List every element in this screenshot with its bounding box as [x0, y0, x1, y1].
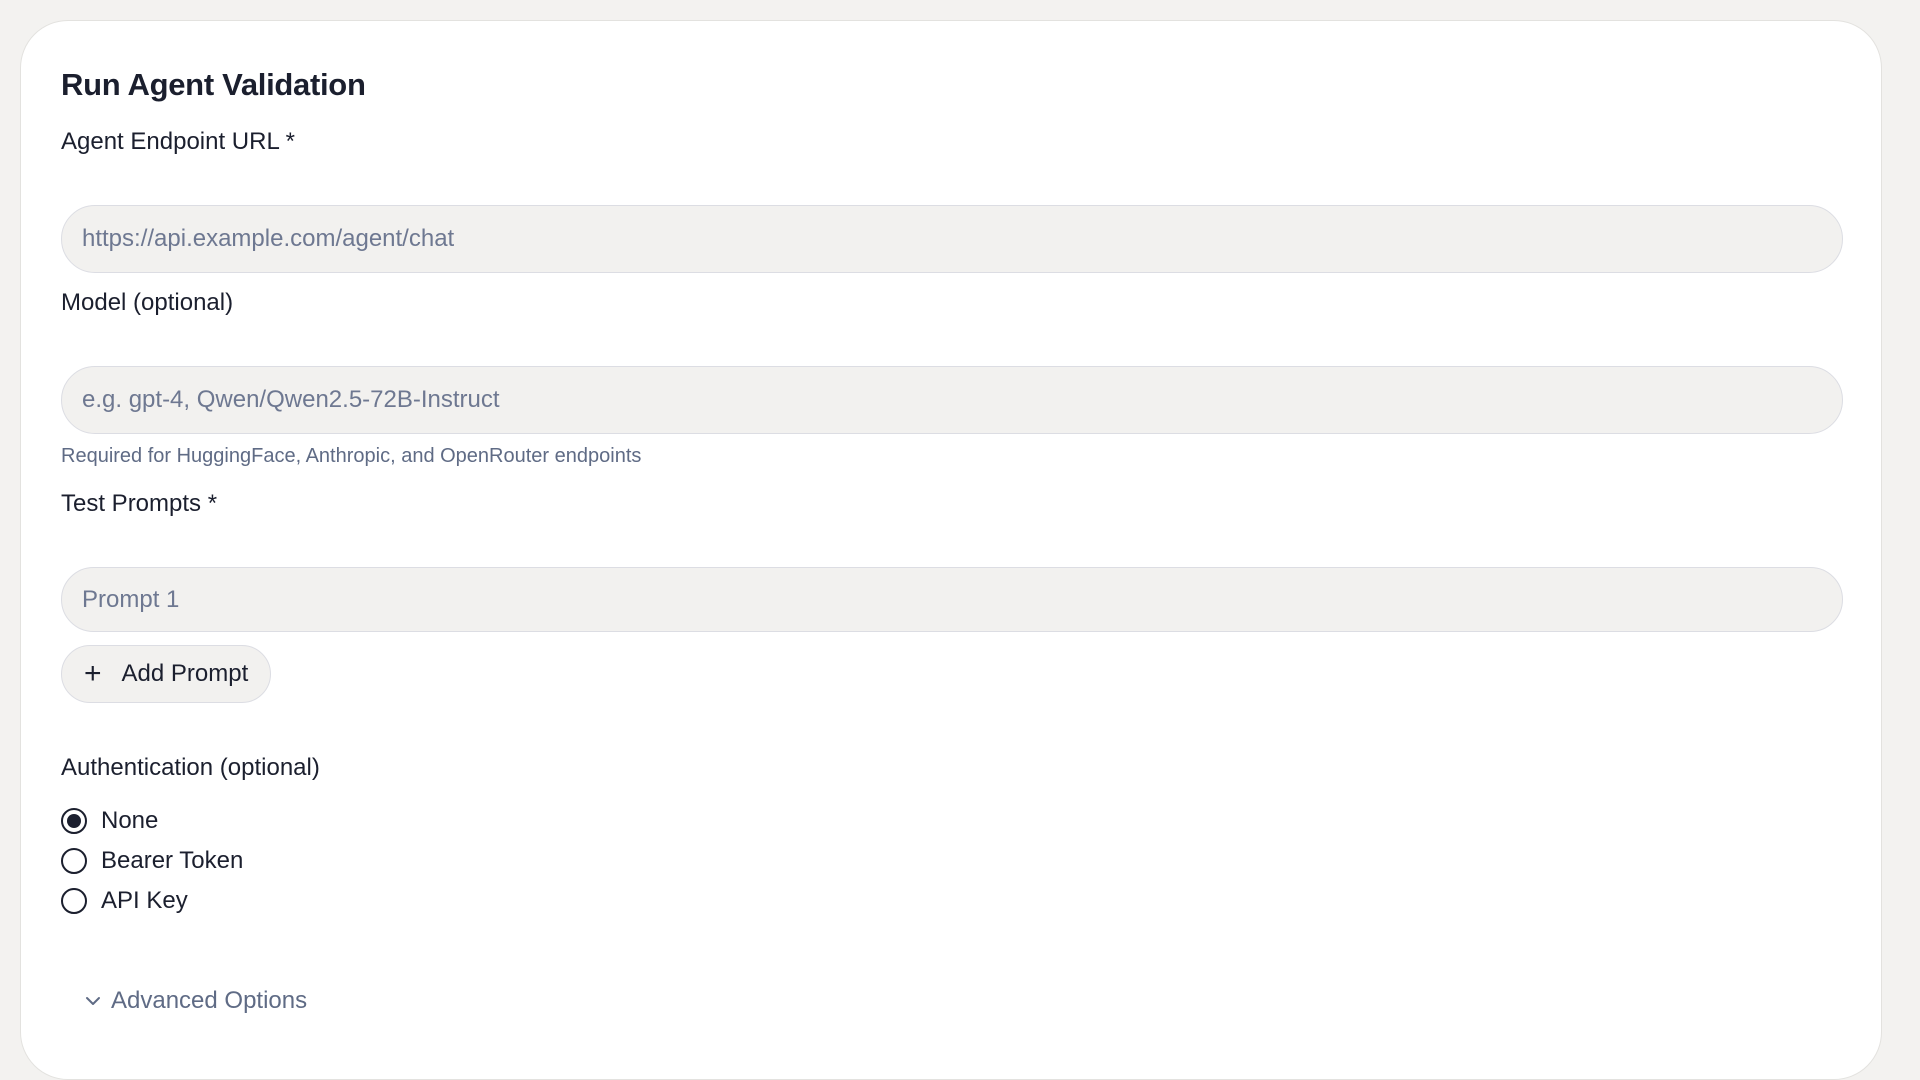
auth-option-label: None — [101, 807, 159, 834]
advanced-options-toggle[interactable]: Advanced Options — [85, 987, 307, 1015]
auth-label: Authentication (optional) — [61, 754, 320, 781]
chevron-down-icon — [86, 997, 100, 1005]
radio-unselected-icon[interactable] — [61, 888, 87, 914]
auth-option-bearer-token[interactable]: Bearer Token — [61, 847, 243, 875]
model-label: Model (optional) — [61, 289, 234, 316]
auth-option-api-key[interactable]: API Key — [61, 887, 188, 915]
add-prompt-label: Add Prompt — [121, 660, 249, 687]
prompt-1-input[interactable] — [61, 567, 1843, 632]
model-input[interactable] — [61, 366, 1843, 434]
model-hint: Required for HuggingFace, Anthropic, and… — [61, 445, 642, 467]
auth-option-none[interactable]: None — [61, 807, 158, 835]
auth-option-label: API Key — [101, 887, 188, 914]
endpoint-label: Agent Endpoint URL * — [61, 128, 295, 155]
radio-unselected-icon[interactable] — [61, 848, 87, 874]
prompts-label: Test Prompts * — [61, 490, 218, 517]
radio-selected-icon[interactable] — [61, 808, 87, 834]
auth-option-label: Bearer Token — [101, 847, 244, 874]
advanced-options-label: Advanced Options — [111, 987, 308, 1014]
validation-form-card: Run Agent Validation Agent Endpoint URL … — [20, 20, 1882, 1080]
plus-icon: + — [84, 657, 102, 690]
endpoint-url-input[interactable] — [61, 205, 1843, 273]
form-title: Run Agent Validation — [61, 67, 366, 102]
add-prompt-button[interactable]: + Add Prompt — [61, 645, 272, 703]
